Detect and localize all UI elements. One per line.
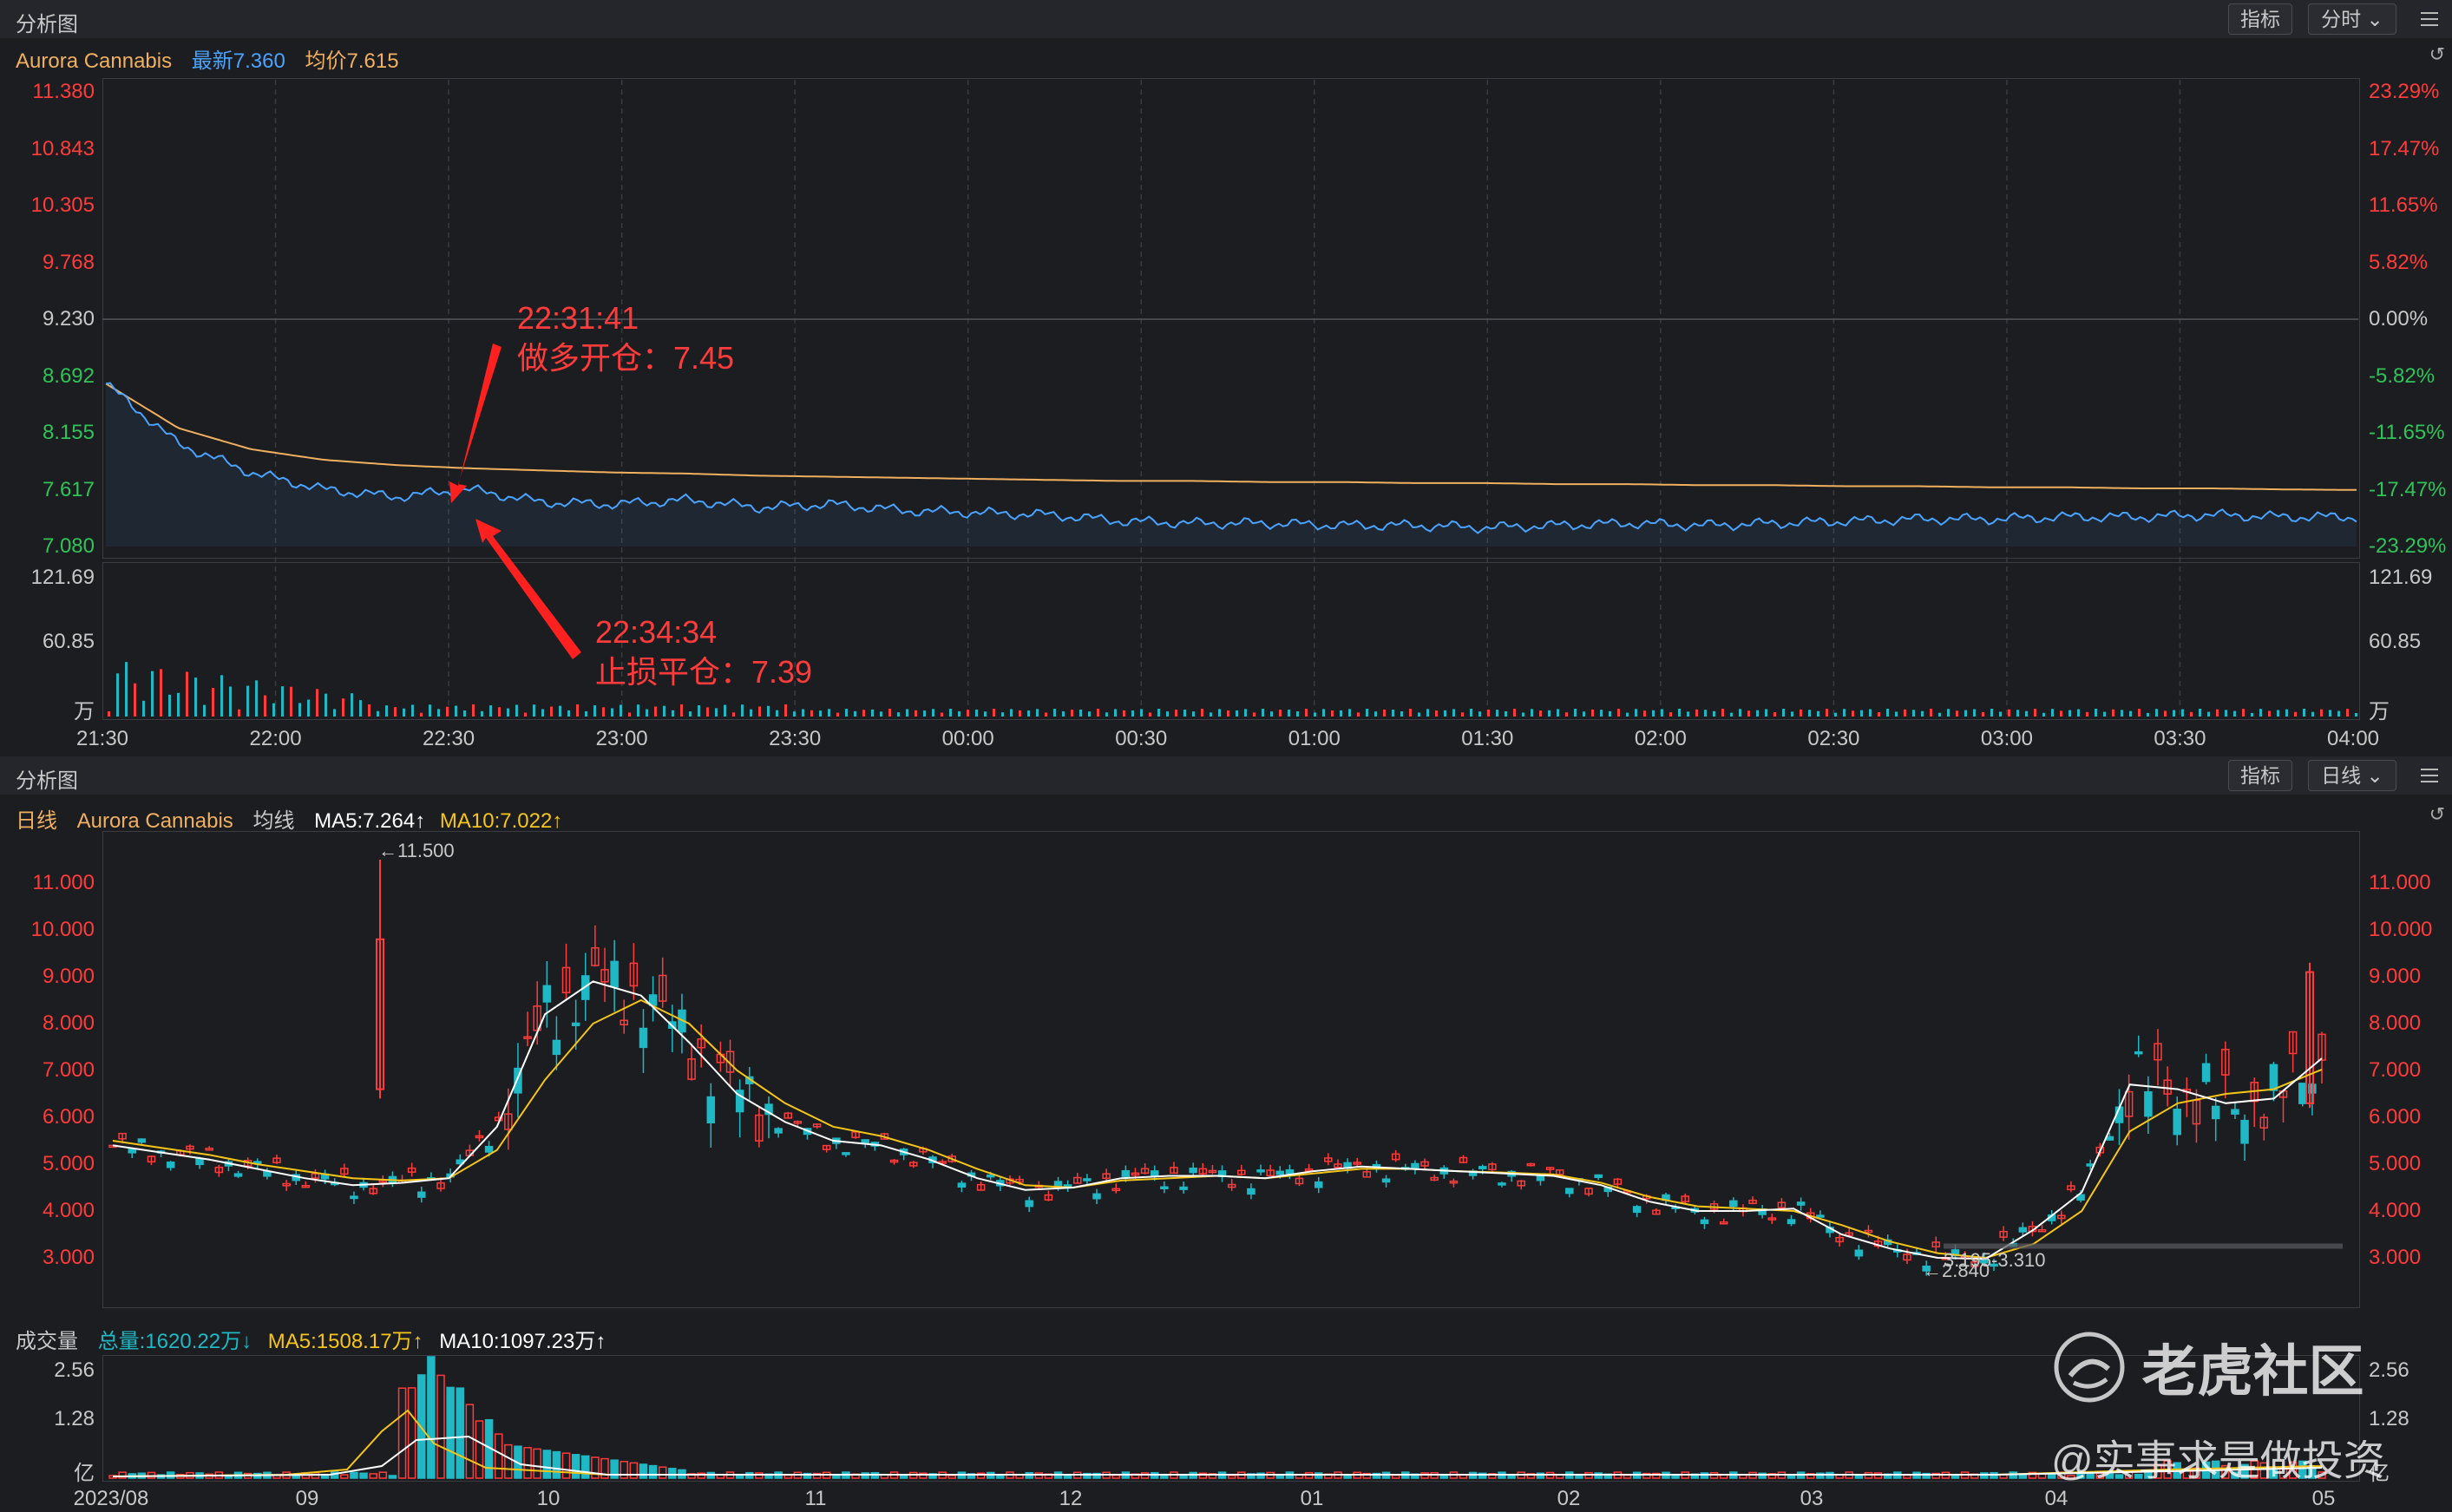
volume-bar <box>1507 1475 1516 1479</box>
volume-bar <box>427 1356 436 1479</box>
volume-bar <box>397 1387 407 1479</box>
volume-bar <box>475 1420 484 1479</box>
volume-bar <box>388 1475 397 1479</box>
volume-bar <box>378 1471 388 1479</box>
volume-bar <box>1063 1474 1072 1479</box>
volume-bar <box>456 1387 464 1479</box>
volume-bar <box>542 1450 552 1479</box>
volume-bar <box>1111 1474 1121 1479</box>
volume-bar <box>668 1468 677 1479</box>
volume-bar <box>1903 1474 1911 1479</box>
daily-volume-chart <box>108 1356 2326 1479</box>
volume-bar <box>1671 1474 1680 1479</box>
volume-bar <box>359 1472 368 1479</box>
volume-bar <box>465 1404 475 1479</box>
volume-bar <box>407 1387 416 1479</box>
volume-bar <box>571 1454 580 1479</box>
volume-bar <box>436 1374 445 1479</box>
watermark-brand: 老虎社区 <box>2141 1340 2364 1403</box>
volume-bar <box>561 1452 571 1479</box>
volume-bar <box>947 1475 957 1479</box>
volume-bar <box>783 1474 793 1479</box>
volume-bar <box>1227 1475 1236 1479</box>
volume-bar <box>523 1447 532 1479</box>
tiger-logo-icon <box>2054 1332 2125 1403</box>
volume-bar <box>629 1462 639 1479</box>
volume-bar <box>658 1466 667 1479</box>
watermark-logo: 老虎社区 <box>2053 1327 2363 1407</box>
volume-bar <box>620 1461 628 1479</box>
volume-bar <box>1391 1474 1400 1479</box>
volume-bar <box>504 1443 513 1479</box>
volume-bar <box>591 1456 600 1479</box>
volume-bar <box>350 1471 358 1479</box>
volume-bar <box>369 1473 377 1479</box>
volume-bar <box>832 1474 841 1479</box>
volume-bar <box>648 1464 658 1479</box>
volume-bar <box>639 1463 648 1479</box>
volume-bar <box>552 1450 561 1479</box>
volume-bar <box>1950 1474 1960 1479</box>
volume-bar <box>446 1386 455 1479</box>
volume-bar <box>494 1433 503 1479</box>
volume-bar <box>581 1455 590 1479</box>
volume-bar <box>1343 1474 1352 1479</box>
watermark-author: @实事求是做投资 <box>2051 1438 2385 1484</box>
volume-bar <box>1787 1475 1796 1479</box>
volume-bar <box>533 1448 541 1479</box>
volume-bar <box>340 1474 349 1479</box>
volume-bar <box>2018 1474 2028 1479</box>
volume-bar <box>118 1471 127 1479</box>
volume-bar <box>1623 1474 1632 1479</box>
